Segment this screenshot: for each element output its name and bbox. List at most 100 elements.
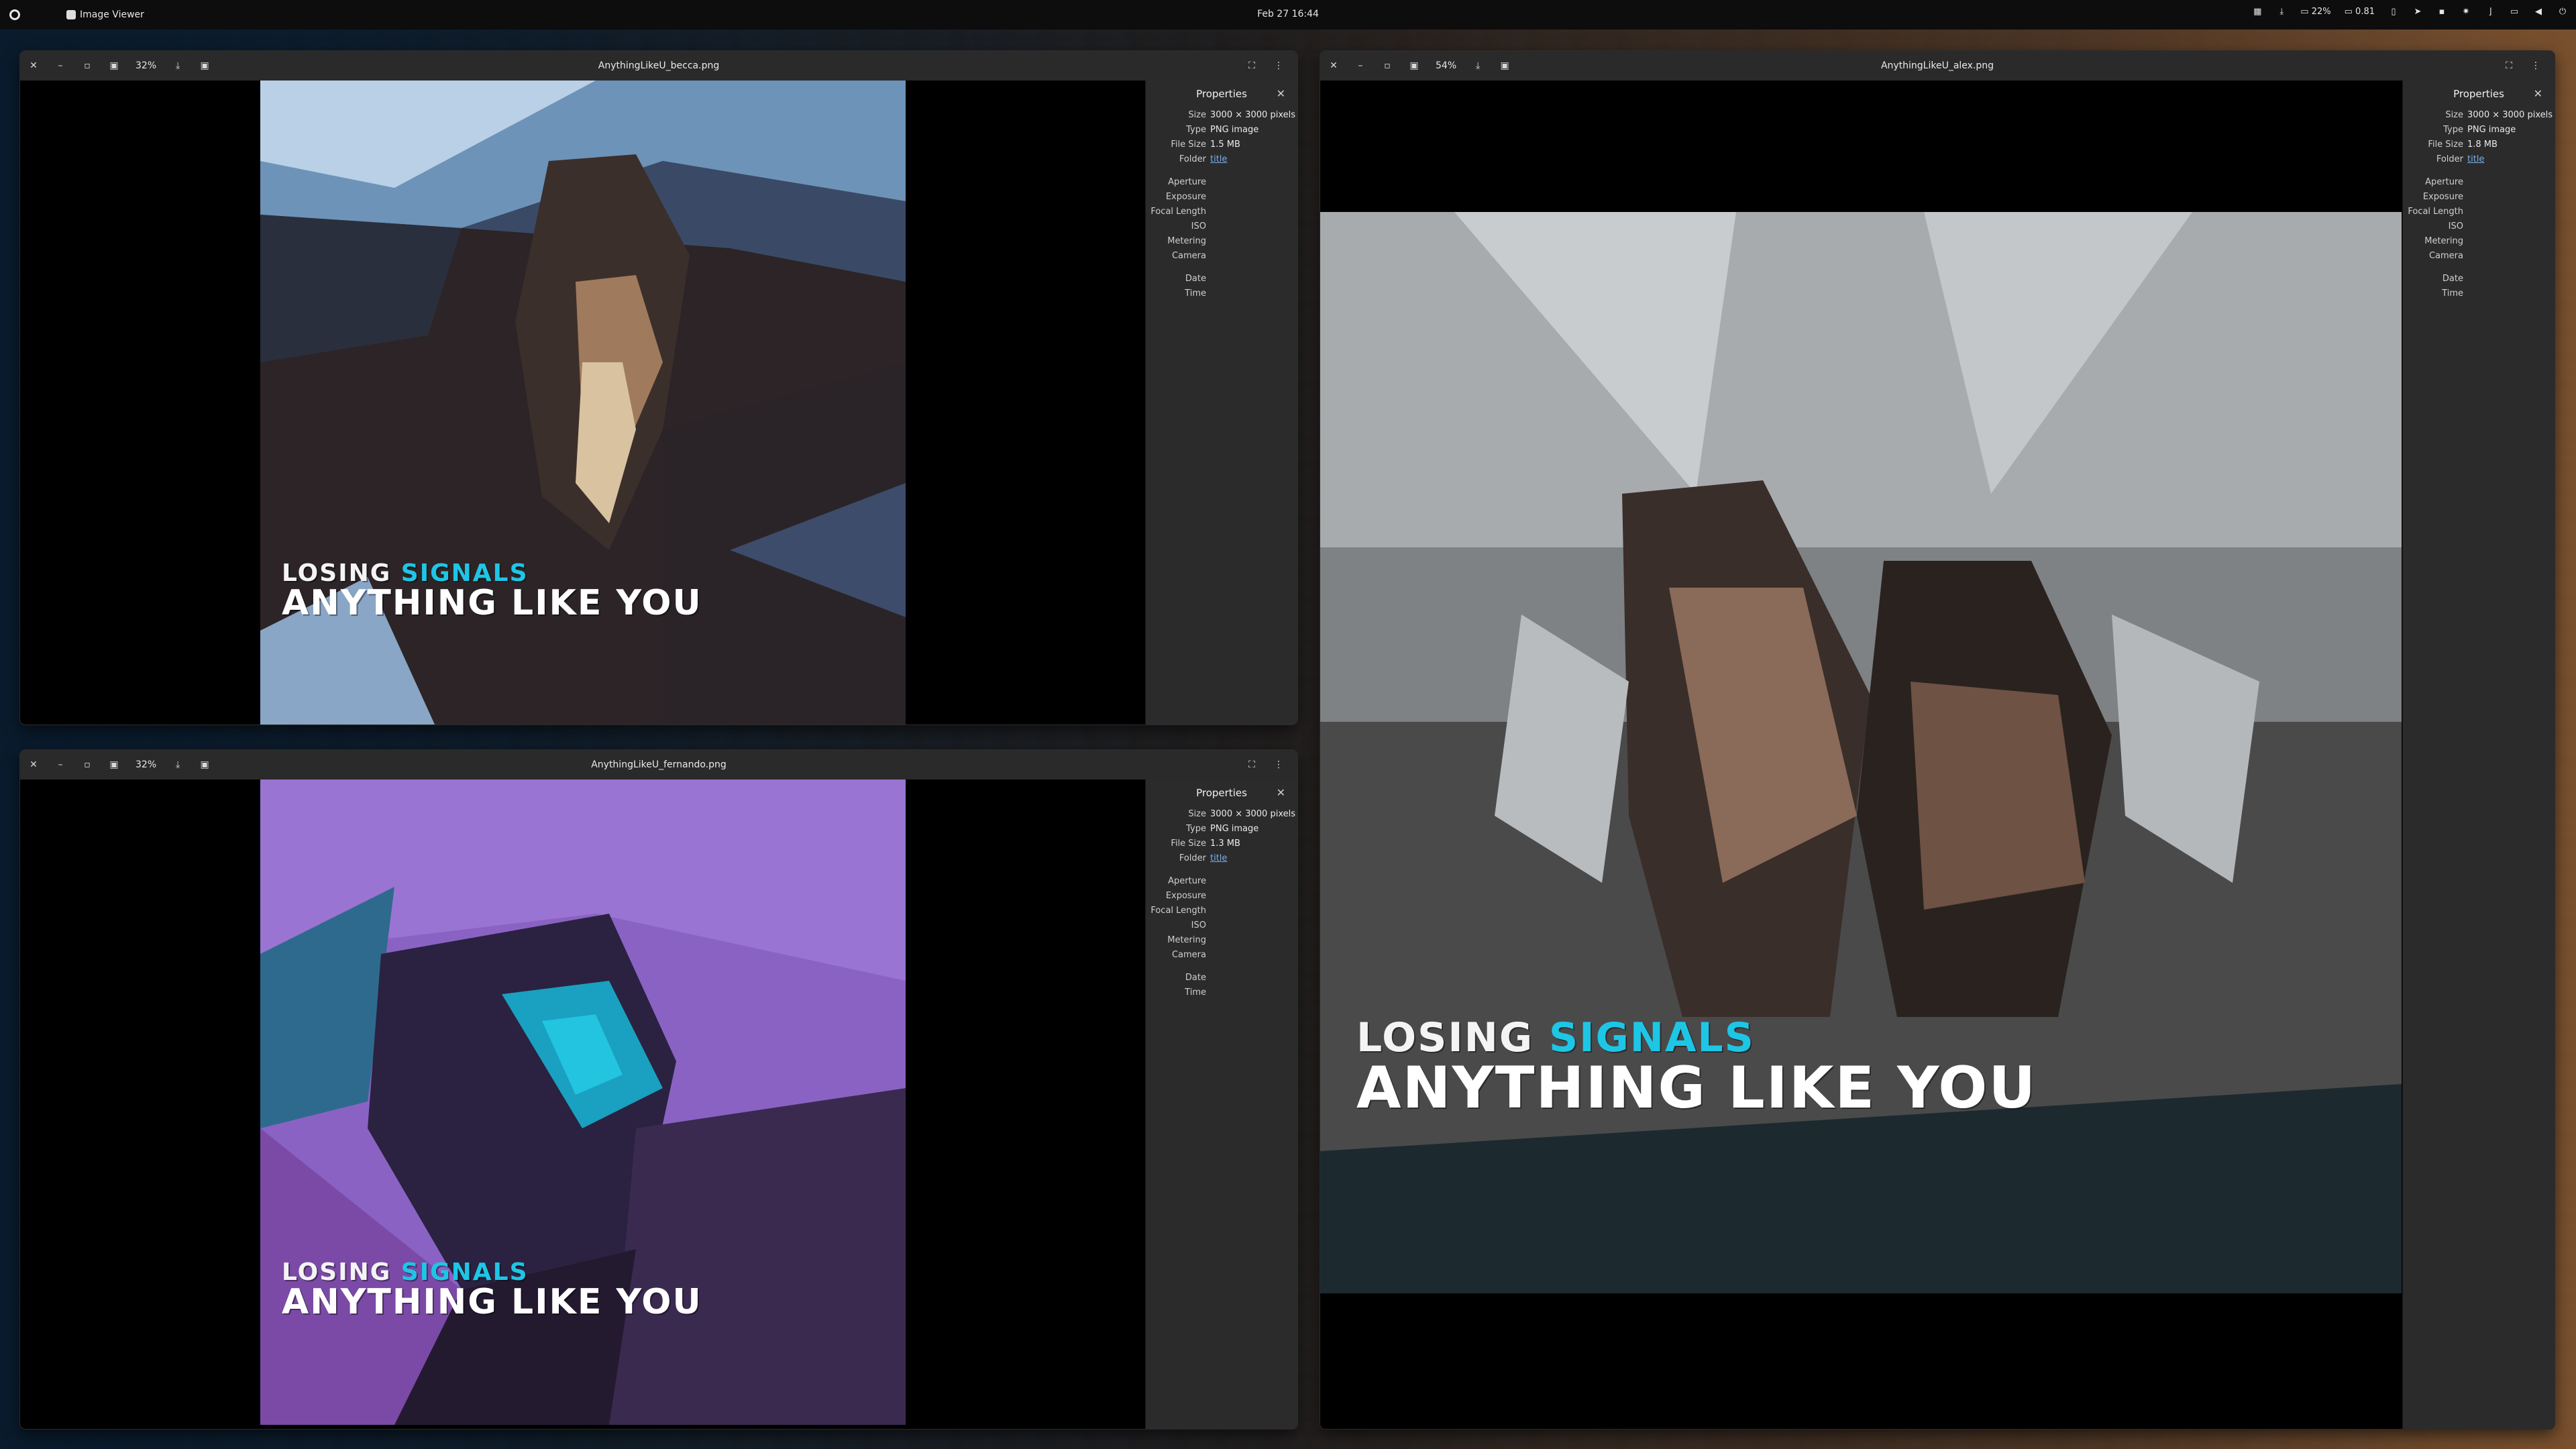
prop-label-folder: Folder	[1179, 853, 1206, 863]
prop-label-size: Size	[1188, 109, 1206, 120]
prop-type: PNG image	[1210, 124, 1259, 135]
properties-sidebar: Properties ✕ Size 3000 × 3000 pixels Type P…	[2402, 80, 2555, 1429]
minimize-icon[interactable]: –	[1347, 51, 1374, 80]
app-name: Image Viewer	[80, 9, 144, 20]
activities-button[interactable]	[0, 0, 30, 30]
load-value: 0.81	[2355, 7, 2375, 17]
minimize-icon[interactable]: –	[47, 750, 74, 780]
rotate-icon[interactable]: ⤓	[164, 750, 191, 780]
poster-image: LOSING SIGNALS ANYTHING LIKE YOU	[260, 80, 906, 724]
prop-type: PNG image	[1210, 823, 1259, 834]
zoom-level[interactable]: 54%	[1428, 60, 1464, 71]
download-icon[interactable]: ⤓	[2276, 7, 2287, 17]
prop-size: 3000 × 3000 pixels	[1210, 808, 1295, 819]
prop-label-camera: Camera	[1171, 250, 1206, 261]
prop-label-time: Time	[2442, 288, 2463, 299]
image-viewer-icon	[66, 10, 76, 19]
prop-label-iso: ISO	[1191, 920, 1206, 930]
prop-label-exposure: Exposure	[1165, 890, 1206, 901]
clock[interactable]: Feb 27 16:44	[1257, 9, 1319, 19]
prop-folder-link[interactable]: title	[1210, 853, 1227, 863]
prop-label-type: Type	[1186, 124, 1206, 135]
maximize-icon[interactable]: ▫	[1374, 51, 1401, 80]
clipboard-icon[interactable]: ▯	[2388, 7, 2399, 17]
gallery-icon[interactable]: ▣	[191, 51, 218, 80]
prop-file-size: 1.3 MB	[1210, 838, 1240, 849]
close-icon[interactable]: ✕	[1320, 51, 1347, 80]
properties-sidebar: Properties ✕ Size 3000 × 3000 pixels Type P…	[1145, 80, 1297, 724]
image-viewer-window-becca[interactable]: ✕ – ▫ ▣ 32% ⤓ ▣ AnythingLikeU_becca.png …	[20, 51, 1297, 724]
close-properties-icon[interactable]: ✕	[1277, 786, 1285, 799]
prop-label-exposure: Exposure	[2422, 191, 2463, 202]
workspace-icon[interactable]: ▦	[2252, 7, 2263, 17]
prop-folder-link[interactable]: title	[2467, 154, 2484, 164]
poster-title: LOSING SIGNALS ANYTHING LIKE YOU	[282, 1258, 702, 1322]
zoom-fit-icon[interactable]: ▣	[1401, 51, 1428, 80]
cpu-value: 22%	[2311, 7, 2331, 17]
prop-label-iso: ISO	[2448, 221, 2463, 231]
prop-label-type: Type	[1186, 823, 1206, 834]
prop-label-date: Date	[2442, 273, 2463, 284]
display-icon[interactable]: ▭	[2509, 7, 2520, 17]
poster-line2: ANYTHING LIKE YOU	[1356, 1055, 2037, 1122]
gallery-icon[interactable]: ▣	[191, 750, 218, 780]
app-menu[interactable]: Image Viewer	[66, 9, 144, 20]
fullscreen-icon[interactable]: ⛶	[2496, 51, 2522, 80]
prop-label-type: Type	[2443, 124, 2463, 135]
header-bar: ✕ – ▫ ▣ 54% ⤓ ▣ AnythingLikeU_alex.png ⛶…	[1320, 51, 2555, 81]
rotate-icon[interactable]: ⤓	[164, 51, 191, 80]
gallery-icon[interactable]: ▣	[1491, 51, 1518, 80]
trash-icon[interactable]: ▪	[2436, 7, 2447, 17]
zoom-level[interactable]: 32%	[127, 60, 164, 71]
poster-artwork	[260, 80, 906, 724]
close-icon[interactable]: ✕	[20, 51, 47, 80]
zoom-fit-icon[interactable]: ▣	[101, 51, 127, 80]
menu-icon[interactable]: ⋮	[1265, 750, 1292, 780]
maximize-icon[interactable]: ▫	[74, 750, 101, 780]
image-canvas[interactable]: LOSING SIGNALS ANYTHING LIKE YOU	[20, 780, 1146, 1429]
send-icon[interactable]: ➤	[2412, 7, 2423, 17]
volume-icon[interactable]: ◀	[2533, 7, 2544, 17]
fullscreen-icon[interactable]: ⛶	[1238, 51, 1265, 80]
load-average[interactable]: ▭ 0.81	[2345, 7, 2375, 17]
close-icon[interactable]: ✕	[20, 750, 47, 780]
image-canvas[interactable]: LOSING SIGNALS ANYTHING LIKE YOU	[20, 80, 1146, 724]
prop-label-focal-length: Focal Length	[2408, 206, 2463, 217]
power-icon[interactable]: ⏻	[2557, 7, 2568, 17]
rotate-icon[interactable]: ⤓	[1464, 51, 1491, 80]
close-properties-icon[interactable]: ✕	[1277, 87, 1285, 100]
maximize-icon[interactable]: ▫	[74, 51, 101, 80]
prop-label-iso: ISO	[1191, 221, 1206, 231]
cpu-usage[interactable]: ▭ 22%	[2300, 7, 2330, 17]
prop-label-time: Time	[1185, 987, 1206, 998]
prop-label-file-size: File Size	[2428, 139, 2463, 150]
menu-icon[interactable]: ⋮	[2522, 51, 2549, 80]
prop-file-size: 1.5 MB	[1210, 139, 1240, 150]
minimize-icon[interactable]: –	[47, 51, 74, 80]
fullscreen-icon[interactable]: ⛶	[1238, 750, 1265, 780]
prop-label-file-size: File Size	[1171, 838, 1206, 849]
prop-folder-link[interactable]: title	[1210, 154, 1227, 164]
prop-label-aperture: Aperture	[1168, 176, 1206, 187]
top-bar: Image Viewer Feb 27 16:44 ▦ ⤓ ▭ 22% ▭ 0.…	[0, 0, 2576, 30]
image-viewer-window-alex[interactable]: ✕ – ▫ ▣ 54% ⤓ ▣ AnythingLikeU_alex.png ⛶…	[1320, 51, 2555, 1429]
settings-icon[interactable]: ✷	[2461, 7, 2471, 17]
poster-image: LOSING SIGNALS ANYTHING LIKE YOU	[260, 780, 906, 1425]
poster-image: LOSING SIGNALS ANYTHING LIKE YOU	[1320, 212, 2402, 1293]
prop-label-metering: Metering	[1167, 235, 1206, 246]
zoom-fit-icon[interactable]: ▣	[101, 750, 127, 780]
close-properties-icon[interactable]: ✕	[2534, 87, 2542, 100]
poster-line2: ANYTHING LIKE YOU	[282, 1282, 702, 1322]
image-canvas[interactable]: LOSING SIGNALS ANYTHING LIKE YOU	[1320, 80, 2403, 1429]
menu-icon[interactable]: ⋮	[1265, 51, 1292, 80]
prop-label-time: Time	[1185, 288, 1206, 299]
header-bar: ✕ – ▫ ▣ 32% ⤓ ▣ AnythingLikeU_becca.png …	[20, 51, 1297, 81]
zoom-level[interactable]: 32%	[127, 759, 164, 770]
extension-icon[interactable]: ⌋	[2485, 7, 2496, 17]
properties-sidebar: Properties ✕ Size 3000 × 3000 pixels Type P…	[1145, 780, 1297, 1429]
prop-label-folder: Folder	[1179, 154, 1206, 164]
prop-label-date: Date	[1185, 972, 1206, 983]
image-viewer-window-fernando[interactable]: ✕ – ▫ ▣ 32% ⤓ ▣ AnythingLikeU_fernando.p…	[20, 750, 1297, 1429]
system-tray: ▦ ⤓ ▭ 22% ▭ 0.81 ▯ ➤ ▪ ✷ ⌋ ▭ ◀ ⏻	[2252, 7, 2568, 17]
poster-title: LOSING SIGNALS ANYTHING LIKE YOU	[282, 559, 702, 623]
